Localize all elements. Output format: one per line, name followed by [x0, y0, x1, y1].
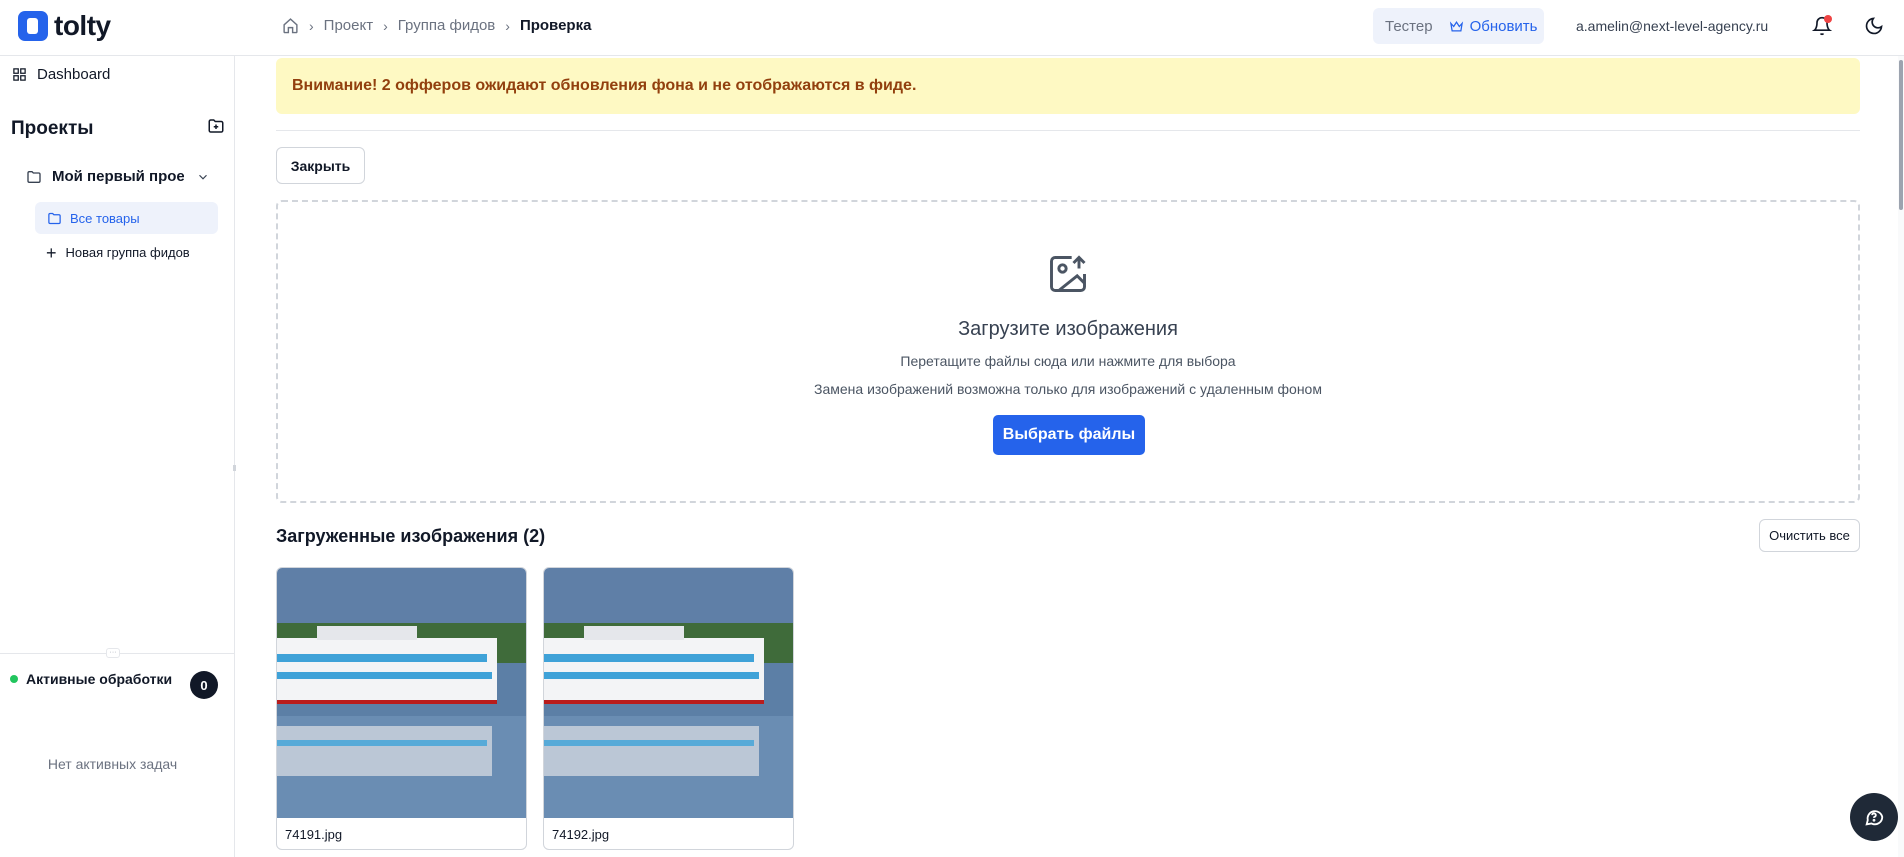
- ship-image: [544, 568, 793, 818]
- new-feed-group-button[interactable]: + Новая группа фидов: [46, 242, 190, 263]
- home-icon[interactable]: [282, 17, 299, 34]
- dropzone-title: Загрузите изображения: [958, 318, 1178, 340]
- dropzone-subtitle: Перетащите файлы сюда или нажмите для вы…: [900, 353, 1236, 369]
- image-filename: 74192.jpg: [552, 827, 610, 842]
- chat-help-icon: [1865, 810, 1884, 826]
- breadcrumb-project[interactable]: Проект: [324, 17, 373, 34]
- logo-text: tolty: [54, 10, 111, 41]
- sidebar-item-dashboard[interactable]: Dashboard: [12, 66, 110, 83]
- status-dot: [10, 675, 18, 683]
- dashboard-grid-icon: [13, 68, 26, 81]
- breadcrumb-feed-group[interactable]: Группа фидов: [398, 17, 496, 34]
- upgrade-button[interactable]: Обновить: [1449, 17, 1538, 35]
- no-tasks-text: Нет активных задач: [47, 756, 178, 772]
- new-group-label: Новая группа фидов: [65, 245, 190, 260]
- image-filename: 74191.jpg: [285, 827, 343, 842]
- choose-files-button[interactable]: Выбрать файлы: [993, 415, 1145, 455]
- uploaded-images-title: Загруженные изображения (2): [276, 526, 546, 546]
- image-card[interactable]: 74191.jpg: [276, 567, 527, 850]
- breadcrumb-current: Проверка: [519, 17, 592, 34]
- top-bar: tolty › Проект › Группа фидов › Проверка…: [0, 0, 1904, 56]
- chevron-down-icon[interactable]: [196, 170, 210, 184]
- dropzone-note: Замена изображений возможна только для и…: [814, 381, 1322, 397]
- warning-alert: Внимание! 2 офферов ожидают обновления ф…: [276, 58, 1860, 114]
- image-upload-icon: [1050, 255, 1086, 292]
- active-processing: Активные обработки: [10, 671, 172, 687]
- active-processing-label: Активные обработки: [26, 671, 173, 687]
- sidebar-collapse-handle[interactable]: [233, 465, 236, 471]
- moon-icon[interactable]: [1864, 16, 1884, 36]
- user-email[interactable]: a.amelin@next-level-agency.ru: [1576, 18, 1768, 34]
- help-chat-button[interactable]: [1850, 793, 1898, 841]
- logo[interactable]: tolty: [18, 10, 111, 42]
- breadcrumb: › Проект › Группа фидов › Проверка: [282, 17, 591, 34]
- plan-name: Тестер: [1385, 17, 1433, 35]
- sidebar-item-project[interactable]: Мой первый проект: [26, 168, 212, 185]
- group-label: Все товары: [70, 210, 140, 226]
- close-button[interactable]: Закрыть: [276, 147, 365, 184]
- sidebar-item-all-products[interactable]: Все товары: [35, 202, 218, 234]
- folder-icon: [48, 212, 61, 224]
- image-card[interactable]: 74192.jpg: [543, 567, 794, 850]
- sidebar: Dashboard Проекты Мой первый проект Все …: [0, 56, 235, 857]
- upload-dropzone[interactable]: Загрузите изображения Перетащите файлы с…: [276, 200, 1860, 503]
- new-folder-icon[interactable]: [207, 117, 225, 135]
- folder-icon: [27, 170, 41, 183]
- sidebar-item-label: Dashboard: [37, 66, 111, 83]
- resize-handle-icon[interactable]: ···: [106, 648, 120, 658]
- plan-pill: Тестер Обновить: [1373, 8, 1544, 44]
- crown-icon: [1449, 20, 1463, 31]
- project-name: Мой первый проект: [52, 168, 184, 185]
- chevron-right-icon: ›: [383, 17, 388, 34]
- chevron-right-icon: ›: [505, 17, 510, 34]
- divider: [276, 130, 1860, 131]
- plus-icon: +: [46, 242, 57, 263]
- upgrade-label: Обновить: [1469, 17, 1538, 35]
- notification-dot: [1824, 15, 1832, 23]
- chevron-right-icon: ›: [309, 17, 314, 34]
- logo-mark-icon: [18, 11, 48, 41]
- active-processing-count: 0: [190, 671, 218, 699]
- projects-title: Проекты: [11, 118, 94, 139]
- scrollbar-thumb[interactable]: [1899, 60, 1903, 210]
- ship-image: [277, 568, 526, 818]
- clear-all-button[interactable]: Очистить все: [1759, 519, 1860, 552]
